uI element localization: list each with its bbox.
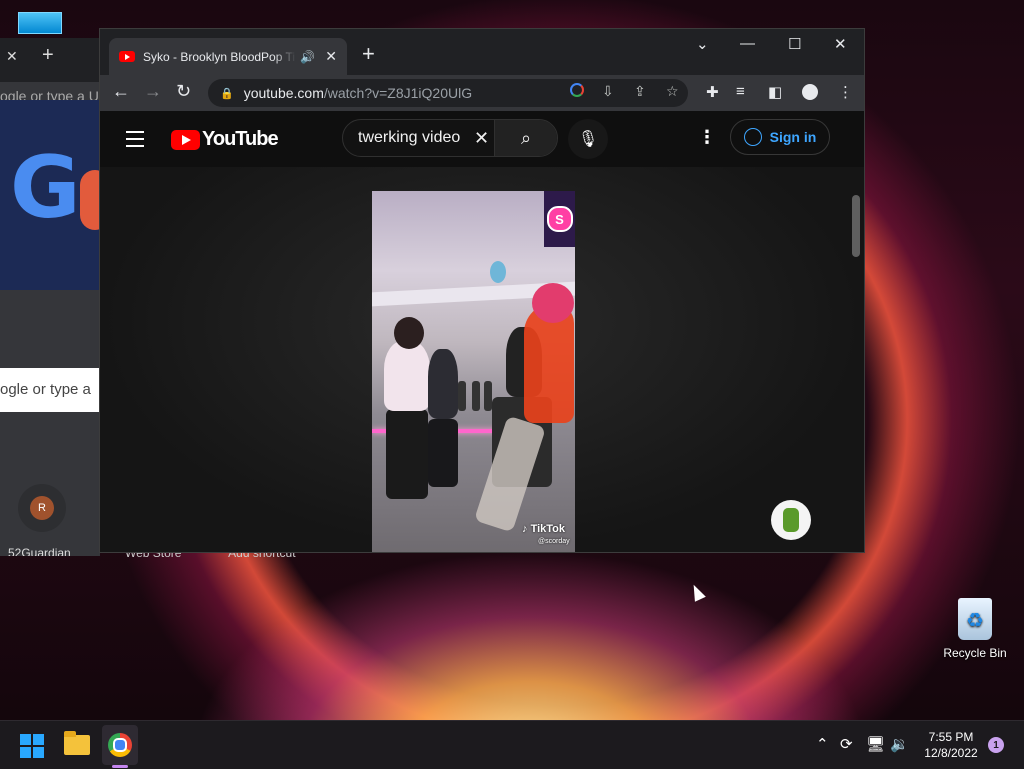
chrome-icon[interactable] — [108, 733, 132, 757]
youtube-logo[interactable]: YouTube — [171, 128, 279, 151]
volume-icon[interactable]: 🔉 — [890, 735, 909, 753]
tab-youtube[interactable]: Syko - Brooklyn BloodPop TikTok 🔊 ✕ — [109, 38, 347, 75]
browser-window[interactable]: Syko - Brooklyn BloodPop TikTok 🔊 ✕ + ⌄ … — [99, 28, 865, 553]
google-search-box[interactable]: ogle or type a — [0, 368, 100, 412]
notification-badge[interactable]: 1 — [988, 737, 1004, 753]
desktop-shortcut-icon[interactable] — [18, 12, 62, 34]
google-doodle[interactable]: G — [0, 100, 100, 290]
taskbar: ⌃ ⟳ 🖥 🔉 7:55 PM 12/8/2022 1 — [0, 720, 1024, 769]
video-frame[interactable]: S ♪ TikTok @scorday — [372, 191, 575, 552]
chrome-menu-icon[interactable]: ⋮ — [838, 83, 853, 101]
tiktok-watermark: ♪ TikTok — [522, 523, 565, 535]
back-arrow-icon[interactable]: ← — [112, 81, 130, 102]
youtube-page: YouTube twerking video ✕ ⌕ 🎙 ⋮ Sign in S… — [100, 111, 864, 552]
clock-date: 12/8/2022 — [924, 746, 978, 760]
video-scene-figure — [458, 381, 466, 411]
tab-close-icon[interactable]: ✕ — [325, 48, 337, 65]
search-input[interactable]: twerking video — [358, 129, 470, 147]
profile-avatar-icon[interactable] — [802, 84, 818, 100]
shortcut-avatar: R — [30, 496, 54, 520]
reload-icon[interactable]: ↻ — [176, 81, 191, 102]
forward-arrow-icon[interactable]: → — [144, 81, 162, 102]
google-logo-letter: G — [10, 138, 81, 238]
audio-playing-icon[interactable]: 🔊 — [300, 50, 315, 64]
channel-watermark-icon[interactable] — [771, 500, 811, 540]
background-tabstrip: ✕ + — [0, 38, 100, 76]
address-bar[interactable]: 🔒 youtube.com /watch?v=Z8J1iQ20UlG — [208, 79, 688, 107]
video-player[interactable]: S ♪ TikTok @scorday — [100, 167, 864, 552]
google-logo-fragment — [80, 170, 100, 230]
address-path: /watch?v=Z8J1iQ20UlG — [323, 85, 473, 101]
recycle-bin-label: Recycle Bin — [943, 646, 1007, 660]
youtube-search-box[interactable]: twerking video ✕ ⌕ — [342, 119, 558, 157]
tray-chevron-up-icon[interactable]: ⌃ — [816, 735, 829, 753]
sign-in-button[interactable]: Sign in — [730, 119, 830, 155]
voice-search-mic-icon[interactable]: 🎙 — [568, 119, 608, 159]
background-browser-window[interactable]: ✕ + ogle or type a URL G ogle or type a … — [0, 38, 100, 556]
settings-kebab-icon[interactable]: ⋮ — [698, 127, 716, 148]
youtube-play-icon — [171, 129, 200, 150]
minimize-button[interactable]: — — [740, 35, 755, 52]
guide-menu-icon[interactable] — [126, 131, 144, 152]
network-icon[interactable]: 🖥 — [866, 735, 885, 753]
page-scrollbar[interactable] — [852, 195, 860, 257]
start-button-windows-icon[interactable] — [20, 734, 44, 758]
dancer-figure — [384, 341, 430, 411]
address-host: youtube.com — [243, 85, 324, 101]
media-controls-icon[interactable]: ≡ — [736, 83, 745, 100]
share-icon[interactable]: ⇪ — [634, 83, 646, 100]
video-scene-figure — [472, 381, 480, 411]
recycle-bin-icon: ♻ — [958, 598, 992, 640]
shortcut-tile[interactable]: R — [18, 484, 66, 532]
system-clock[interactable]: 7:55 PM 12/8/2022 — [916, 729, 986, 761]
install-app-icon[interactable]: ⇩ — [602, 83, 614, 100]
clock-time: 7:55 PM — [928, 730, 974, 744]
maximize-button[interactable]: ☐ — [788, 35, 801, 53]
browser-toolbar: ← → ↻ 🔒 youtube.com /watch?v=Z8J1iQ20UlG… — [100, 75, 864, 111]
account-icon — [743, 128, 762, 146]
bookmark-star-icon[interactable]: ☆ — [666, 83, 679, 100]
side-panel-icon[interactable]: ◧ — [768, 83, 782, 101]
background-new-tab-icon[interactable]: + — [42, 44, 54, 67]
background-tab-close-icon[interactable]: ✕ — [6, 48, 18, 65]
youtube-wordmark: YouTube — [202, 128, 279, 150]
channel-logo-badge: S — [544, 191, 575, 247]
google-lens-icon[interactable] — [570, 83, 584, 97]
video-scene-object — [490, 261, 506, 283]
tab-search-chevron-down-icon[interactable]: ⌄ — [696, 35, 709, 53]
dancer-figure — [532, 283, 574, 323]
search-button[interactable]: ⌕ — [494, 120, 557, 156]
youtube-favicon-icon — [119, 51, 135, 62]
dancer-figure — [428, 419, 458, 487]
sync-icon[interactable]: ⟳ — [840, 735, 853, 753]
file-explorer-icon[interactable] — [64, 731, 90, 755]
dancer-figure — [386, 409, 428, 499]
close-window-button[interactable]: ✕ — [834, 35, 847, 53]
youtube-masthead: YouTube twerking video ✕ ⌕ 🎙 ⋮ Sign in — [100, 111, 864, 167]
dancer-figure — [394, 317, 424, 349]
shortcut-label: 52Guardian — [8, 546, 71, 556]
clear-search-icon[interactable]: ✕ — [474, 128, 489, 149]
tab-title: Syko - Brooklyn BloodPop TikTok — [143, 49, 296, 64]
new-tab-button[interactable]: + — [362, 41, 375, 67]
recycle-bin[interactable]: ♻ Recycle Bin — [940, 596, 1010, 660]
tab-strip: Syko - Brooklyn BloodPop TikTok 🔊 ✕ + ⌄ … — [100, 29, 864, 75]
tiktok-handle: @scorday — [538, 538, 570, 545]
sign-in-label: Sign in — [769, 129, 817, 145]
extensions-puzzle-icon[interactable]: ✚ — [706, 83, 719, 101]
lock-icon[interactable]: 🔒 — [220, 87, 234, 100]
video-scene-figure — [484, 381, 492, 411]
dancer-figure — [428, 349, 458, 419]
